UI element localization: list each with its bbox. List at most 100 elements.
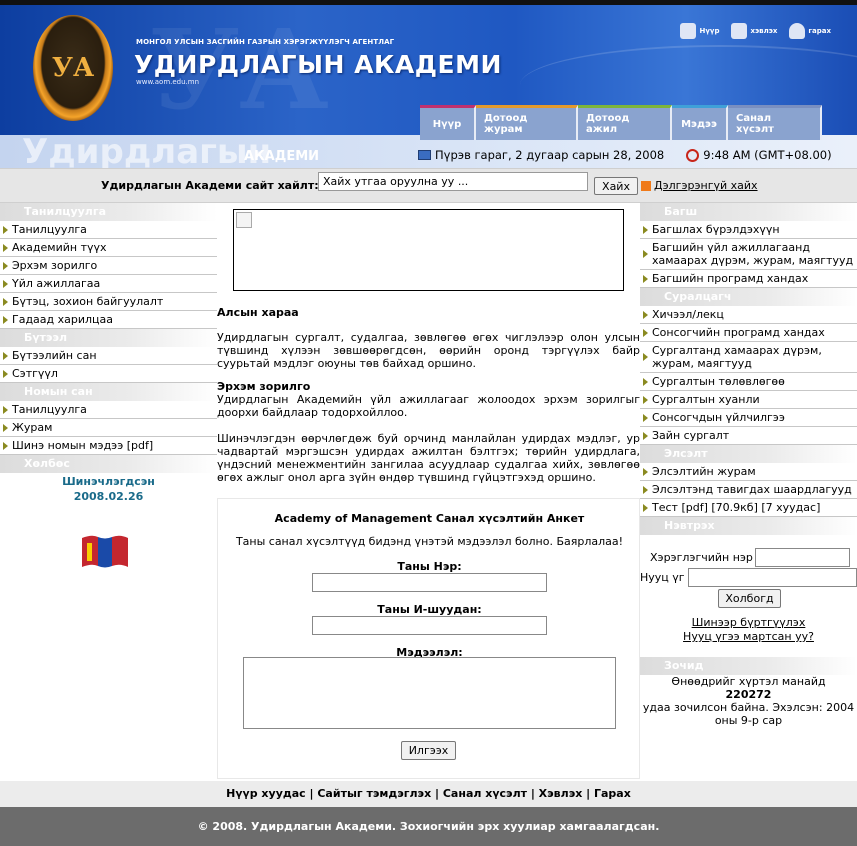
sidebar-item-test-pdf[interactable]: Тест [pdf] [70.9кб] [7 хуудас] (640, 499, 857, 517)
mongolia-flag-icon (82, 535, 128, 568)
top-link-exit[interactable]: гарах (789, 23, 831, 39)
site-url: www.aom.edu.mn (136, 78, 200, 86)
logo-text: УА (51, 53, 95, 83)
visitor-heading-wrap: Зочид (640, 657, 857, 675)
sidebar-item-library-rules[interactable]: Журам (0, 419, 217, 437)
footer-links[interactable]: Нүүр хуудас | Сайтыг тэмдэглэх | Санал х… (0, 781, 857, 807)
mission-details: Шинэчлэгдэн өөрчлөгдөж буй орчинд манлай… (217, 432, 640, 484)
sidebar-item-training-plan[interactable]: Сургалтын төлөвлөгөө (640, 373, 857, 391)
calendar-icon (418, 150, 431, 160)
section-heading: Бүтээл (0, 329, 217, 347)
sidebar-item-intro[interactable]: Танилцуулга (0, 221, 217, 239)
visitor-line2: удаа зочилсон байна. Эхэлсэн: 2004 оны 9… (642, 701, 855, 727)
banner-word: Удирдлагын (22, 132, 272, 172)
sidebar-item-lectures[interactable]: Хичээл/лекц (640, 306, 857, 324)
section-heading: Суралцагч (640, 288, 857, 306)
top-link-home-label: Нүүр (699, 27, 720, 35)
username-field[interactable] (755, 548, 850, 567)
main-nav: Нүүр Дотоод журам Дотоод ажил Мэдээ Сана… (420, 105, 822, 140)
copyright: © 2008. Удирдлагын Академи. Зохиогчийн э… (0, 807, 857, 846)
form-subtitle: Таны санал хүсэлтүүд бидэнд үнэтэй мэдээ… (235, 535, 624, 548)
name-label: Таны Нэр: (397, 560, 462, 573)
dateline: Пүрэв гараг, 2 дугаар сарын 28, 2008 9:4… (418, 148, 832, 162)
section-heading: Танилцуулга (0, 203, 217, 221)
sidebar-item-student-program[interactable]: Сонсогчийн програмд хандах (640, 324, 857, 342)
tab-home[interactable]: Нүүр (420, 105, 476, 140)
search-button[interactable]: Хайх (594, 177, 638, 195)
mission-text: Удирдлагын Академийн үйл ажиллагааг жоло… (217, 393, 640, 419)
email-field[interactable] (312, 616, 547, 635)
sidebar-item-mission[interactable]: Эрхэм зорилго (0, 257, 217, 275)
search-input[interactable] (318, 172, 588, 191)
visitor-counter: Өнөөдрийг хүртэл манайд 220272 удаа зочи… (640, 675, 857, 727)
tab-feedback-label: Санал хүсэлт (736, 113, 774, 135)
updated-date: 2008.02.26 (73, 490, 144, 503)
tab-internal-rules-label: Дотоод журам (484, 113, 528, 135)
tab-internal-work[interactable]: Дотоод ажил (578, 105, 672, 140)
current-time: 9:48 AM (GMT+08.00) (703, 148, 832, 162)
top-link-print[interactable]: хэвлэх (731, 23, 777, 39)
sidebar-item-teacher-program[interactable]: Багшийн програмд хандах (640, 270, 857, 288)
advanced-search-label: Дэлгэрэнгүй хайх (654, 179, 758, 192)
section-heading: Зочид (640, 657, 857, 675)
tab-internal-work-label: Дотоод ажил (586, 113, 630, 135)
sidebar-item-works-archive[interactable]: Бүтээлийн сан (0, 347, 217, 365)
sidebar-item-admission-requirements[interactable]: Элсэлтэнд тавигдах шаардлагууд (640, 481, 857, 499)
sidebar-item-student-services[interactable]: Сонсогчдын үйлчилгээ (640, 409, 857, 427)
tab-internal-rules[interactable]: Дотоод журам (476, 105, 578, 140)
section-heading: Хөлбөс (0, 455, 217, 473)
section-heading: Нэвтрэх (640, 517, 857, 535)
sidebar-item-training-rules[interactable]: Сургалтанд хамаарах дүрэм, журам, маягту… (640, 342, 857, 373)
lock-icon (789, 23, 806, 39)
forgot-password-link[interactable]: Нууц үгээ мартсан уу? (640, 630, 857, 643)
tab-home-label: Нүүр (432, 118, 462, 130)
banner-word-academy: АКАДЕМИ (244, 149, 320, 164)
section-heading: Багш (640, 203, 857, 221)
banner-image (233, 209, 624, 291)
sidebar-item-teacher-rules[interactable]: Багшийн үйл ажиллагаанд хамаарах дүрэм, … (640, 239, 857, 270)
left-sidebar: Танилцуулга Танилцуулга Академийн түүх Э… (0, 203, 217, 568)
sidebar-item-foreign-relations[interactable]: Гадаад харилцаа (0, 311, 217, 329)
tab-news[interactable]: Мэдээ (672, 105, 728, 140)
login-button[interactable]: Холбогд (718, 589, 781, 608)
tab-feedback[interactable]: Санал хүсэлт (728, 105, 822, 140)
sidebar-item-admission-rules[interactable]: Элсэлтийн журам (640, 463, 857, 481)
sidebar-item-structure[interactable]: Бүтэц, зохион байгуулалт (0, 293, 217, 311)
search-label: Удирдлагын Академи сайт хайлт: (101, 179, 319, 192)
feedback-form: Academy of Management Санал хүсэлтийн Ан… (217, 498, 640, 779)
current-date: Пүрэв гараг, 2 дугаар сарын 28, 2008 (435, 148, 665, 162)
sidebar-item-library-intro[interactable]: Танилцуулга (0, 401, 217, 419)
broken-image-icon (236, 212, 252, 228)
updated-label: Шинэчлэгдсэн (62, 475, 155, 488)
sidebar-item-new-books[interactable]: Шинэ номын мэдээ [pdf] (0, 437, 217, 455)
section-heading: Номын сан (0, 383, 217, 401)
top-link-home[interactable]: Нүүр (680, 23, 719, 39)
visitor-line1: Өнөөдрийг хүртэл манайд (671, 675, 826, 688)
search-bar: Удирдлагын Академи сайт хайлт: Хайх Дэлг… (0, 168, 857, 203)
advanced-search-link[interactable]: Дэлгэрэнгүй хайх (641, 179, 758, 192)
top-link-exit-label: гарах (808, 27, 831, 35)
home-icon (680, 23, 697, 39)
password-label: Нууц үг (640, 571, 685, 584)
top-links: Нүүр хэвлэх гарах (672, 23, 831, 39)
top-link-print-label: хэвлэх (750, 27, 778, 35)
name-field[interactable] (312, 573, 547, 592)
submit-button[interactable]: Илгээх (401, 741, 456, 760)
sidebar-item-activities[interactable]: Үйл ажиллагаа (0, 275, 217, 293)
username-label: Хэрэглэгчийн нэр (650, 551, 753, 564)
sidebar-item-distance-learning[interactable]: Зайн сургалт (640, 427, 857, 445)
sidebar-item-teachers[interactable]: Багшлах бүрэлдэхүүн (640, 221, 857, 239)
vision-text: Удирдлагын сургалт, судалгаа, зөвлөгөө ө… (217, 331, 640, 370)
printer-icon (731, 23, 748, 39)
sidebar-item-history[interactable]: Академийн түүх (0, 239, 217, 257)
sidebar-item-calendar[interactable]: Сургалтын хуанли (640, 391, 857, 409)
section-heading: Элсэлт (640, 445, 857, 463)
register-link[interactable]: Шинээр бүртгүүлэх (640, 616, 857, 629)
agency-caption: МОНГОЛ УЛСЫН ЗАСГИЙН ГАЗРЫН ХЭРЭГЖҮҮЛЭГЧ… (136, 38, 395, 46)
right-sidebar: Багш Багшлах бүрэлдэхүүн Багшийн үйл ажи… (640, 203, 857, 643)
password-field[interactable] (688, 568, 857, 587)
academy-logo[interactable]: УА (33, 15, 113, 121)
form-title: Academy of Management Санал хүсэлтийн Ан… (274, 512, 585, 525)
message-field[interactable] (243, 657, 616, 729)
sidebar-item-journal[interactable]: Сэтгүүл (0, 365, 217, 383)
